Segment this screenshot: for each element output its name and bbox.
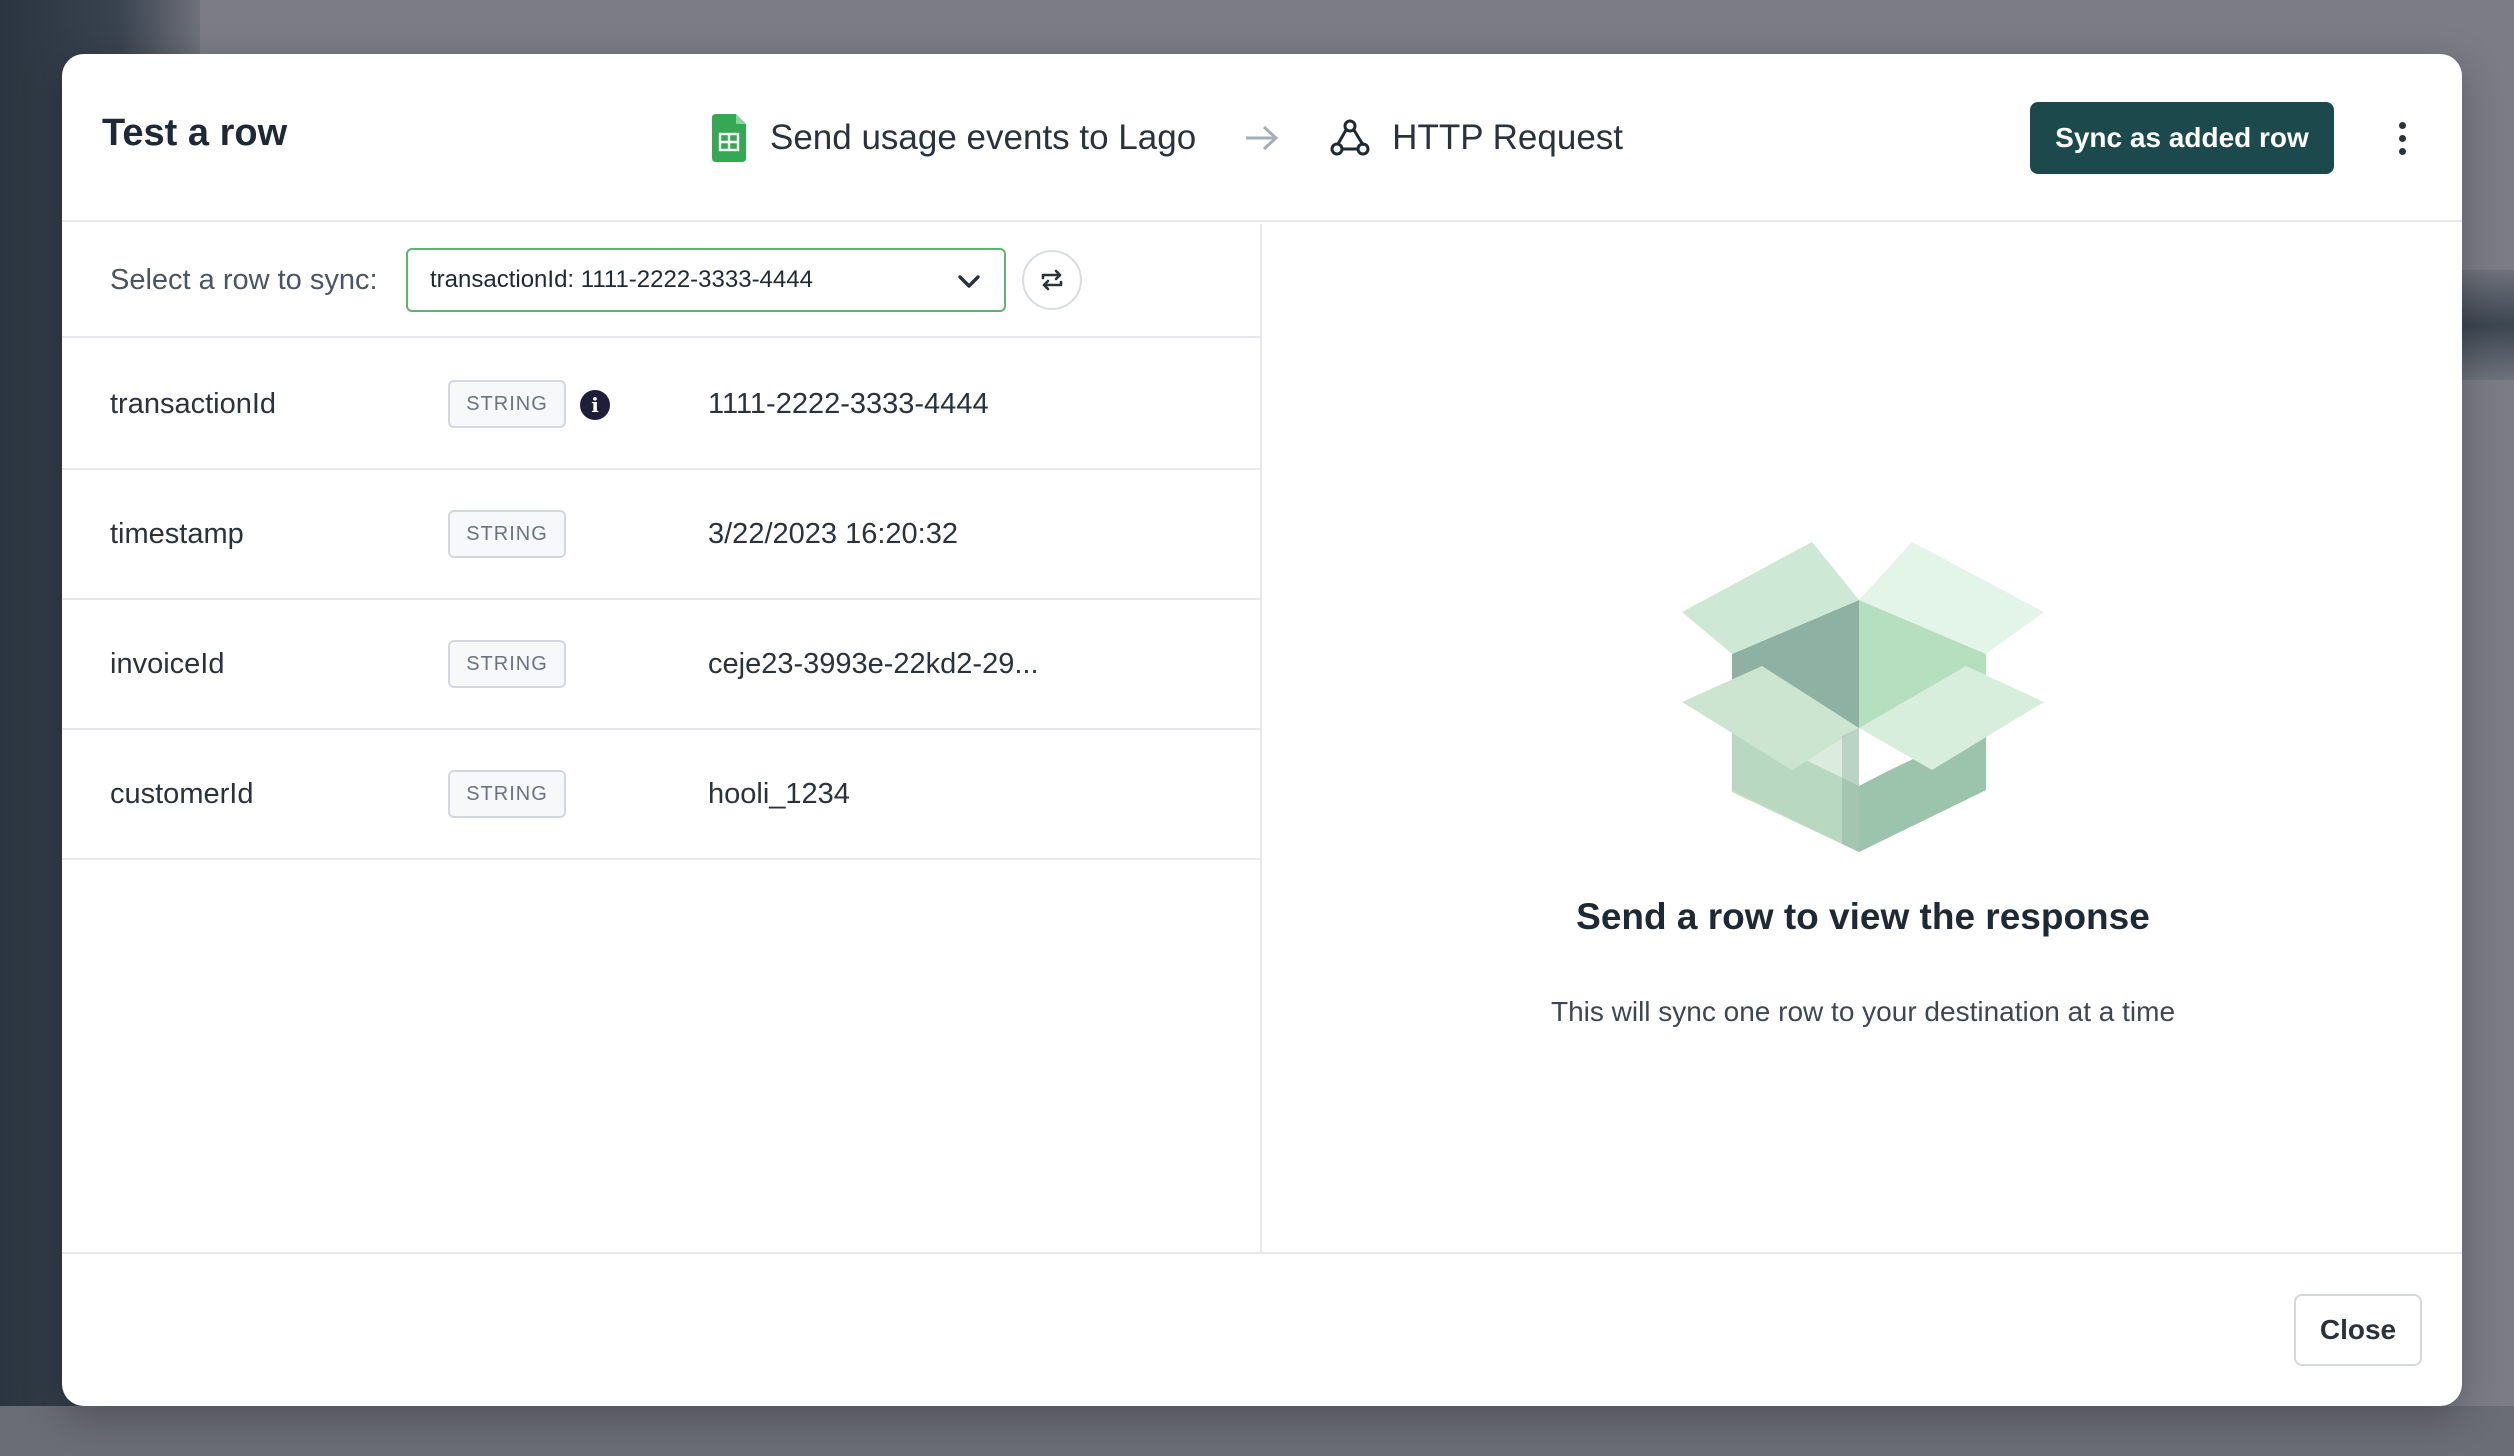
row-select-dropdown[interactable]: transactionId: 1111-2222-3333-4444 — [406, 248, 1006, 312]
response-pane: Send a row to view the response This wil… — [1264, 224, 2462, 1252]
source-model-label: Send usage events to Lago — [770, 118, 1197, 157]
field-value: 3/22/2023 16:20:32 — [708, 518, 958, 550]
backdrop-bottom — [0, 1406, 2514, 1456]
arrow-right-icon — [1246, 125, 1279, 151]
info-icon[interactable]: i — [580, 390, 610, 420]
backdrop-blur-right — [2454, 270, 2514, 380]
test-row-modal: Test a row Send usage events to Lago HTT… — [62, 54, 2462, 1406]
modal-title: Test a row — [102, 112, 288, 154]
field-value: hooli_1234 — [708, 778, 850, 810]
close-button[interactable]: Close — [2294, 1294, 2422, 1366]
table-row: transactionId STRING i 1111-2222-3333-44… — [62, 340, 1262, 470]
row-select-bar: Select a row to sync: transactionId: 111… — [62, 224, 1262, 338]
field-name: transactionId — [110, 388, 277, 420]
field-name: invoiceId — [110, 648, 225, 680]
modal-header: Test a row Send usage events to Lago HTT… — [62, 54, 2462, 222]
modal-footer: Close — [62, 1252, 2462, 1406]
field-name: timestamp — [110, 518, 244, 550]
field-value: ceje23-3993e-22kd2-29... — [708, 648, 1039, 680]
row-select-value: transactionId: 1111-2222-3333-4444 — [430, 266, 813, 293]
table-row: invoiceId STRING ceje23-3993e-22kd2-29..… — [62, 600, 1262, 730]
field-value: 1111-2222-3333-4444 — [708, 388, 989, 420]
type-badge: STRING — [448, 640, 566, 688]
google-sheets-icon — [712, 114, 746, 162]
empty-state-title: Send a row to view the response — [1576, 896, 2150, 937]
type-badge: STRING — [448, 510, 566, 558]
refresh-rows-button[interactable] — [1022, 250, 1082, 310]
sync-as-added-row-button[interactable]: Sync as added row — [2030, 102, 2334, 174]
row-select-label: Select a row to sync: — [110, 264, 378, 296]
webhook-icon — [1330, 119, 1370, 156]
empty-state-subtitle: This will sync one row to your destinati… — [1550, 996, 2176, 1027]
type-badge: STRING — [448, 380, 566, 428]
more-options-icon[interactable] — [2380, 116, 2424, 160]
refresh-icon — [1041, 269, 1063, 291]
open-box-icon — [1682, 542, 2044, 852]
table-row: customerId STRING hooli_1234 — [62, 730, 1262, 860]
table-row: timestamp STRING 3/22/2023 16:20:32 — [62, 470, 1262, 600]
destination-label: HTTP Request — [1392, 118, 1624, 157]
chevron-down-icon — [958, 275, 980, 288]
row-fields-pane: Select a row to sync: transactionId: 111… — [62, 224, 1262, 1252]
pipeline-breadcrumb: Send usage events to Lago HTTP Request — [712, 110, 1623, 166]
type-badge: STRING — [448, 770, 566, 818]
field-name: customerId — [110, 778, 254, 810]
